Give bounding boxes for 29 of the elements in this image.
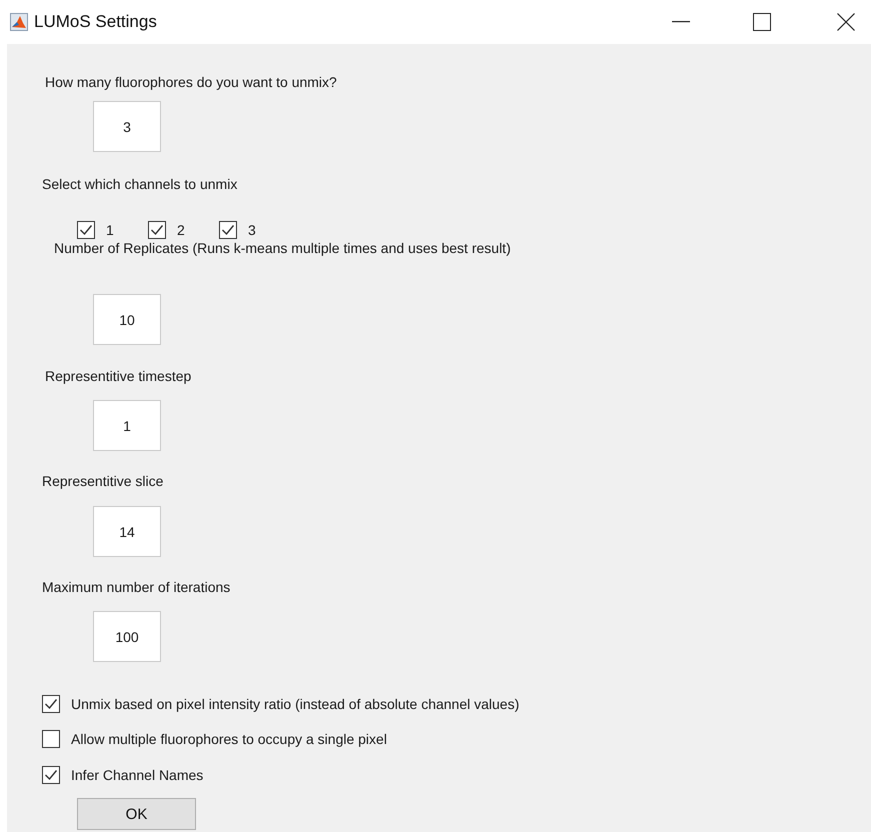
input-field[interactable]: 1 xyxy=(93,400,161,451)
window-title: LUMoS Settings xyxy=(34,12,157,32)
input-field[interactable]: 100 xyxy=(93,611,161,662)
checkbox-label: 3 xyxy=(248,222,256,238)
checkbox[interactable] xyxy=(42,766,60,784)
checkbox-label: 2 xyxy=(177,222,185,238)
checkbox[interactable] xyxy=(42,695,60,713)
checkbox-label: Allow multiple fluorophores to occupy a single pixel xyxy=(71,731,387,747)
checkbox-label: 1 xyxy=(106,222,114,238)
input-field[interactable]: 10 xyxy=(93,294,161,345)
input-field[interactable]: 14 xyxy=(93,506,161,557)
ok-button[interactable]: OK xyxy=(77,798,196,830)
checkbox[interactable] xyxy=(219,221,237,239)
checkbox[interactable] xyxy=(42,730,60,748)
maximize-icon[interactable] xyxy=(753,13,771,31)
app-logo-icon xyxy=(10,13,28,31)
checkbox[interactable] xyxy=(77,221,95,239)
field-label: How many fluorophores do you want to unmix? xyxy=(45,74,337,90)
field-label: Select which channels to unmix xyxy=(42,176,238,192)
close-icon[interactable] xyxy=(837,13,855,31)
input-field[interactable]: 3 xyxy=(93,101,161,152)
checkbox-label: Unmix based on pixel intensity ratio (instead of absolute channel values) xyxy=(71,696,520,712)
field-label: Representitive slice xyxy=(42,473,164,489)
checkbox[interactable] xyxy=(148,221,166,239)
field-label: Number of Replicates (Runs k-means multiple times and uses best result) xyxy=(54,240,511,256)
checkbox-label: Infer Channel Names xyxy=(71,767,204,783)
minimize-icon[interactable] xyxy=(672,21,690,23)
field-label: Maximum number of iterations xyxy=(42,579,230,595)
field-label: Representitive timestep xyxy=(45,368,192,384)
